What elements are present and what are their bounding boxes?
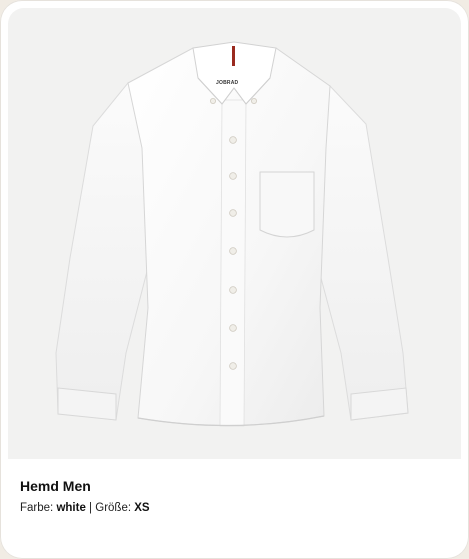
color-label: Farbe: xyxy=(20,502,54,514)
size-value: XS xyxy=(134,502,150,514)
product-attributes: Farbe: white | Größe: XS xyxy=(20,500,150,516)
product-title: Hemd Men xyxy=(20,478,91,494)
shirt-image xyxy=(55,41,409,427)
product-info: Hemd Men Farbe: white | Größe: XS xyxy=(20,477,150,516)
size-label: Größe: xyxy=(95,502,132,514)
product-image[interactable]: JOBRAD xyxy=(8,8,461,459)
brand-tag: JOBRAD xyxy=(216,80,239,86)
product-card[interactable]: JOBRAD Hemd Men Farbe: white | Größe: XS xyxy=(0,0,469,559)
color-value: white xyxy=(56,502,86,514)
attribute-separator: | xyxy=(89,502,93,514)
